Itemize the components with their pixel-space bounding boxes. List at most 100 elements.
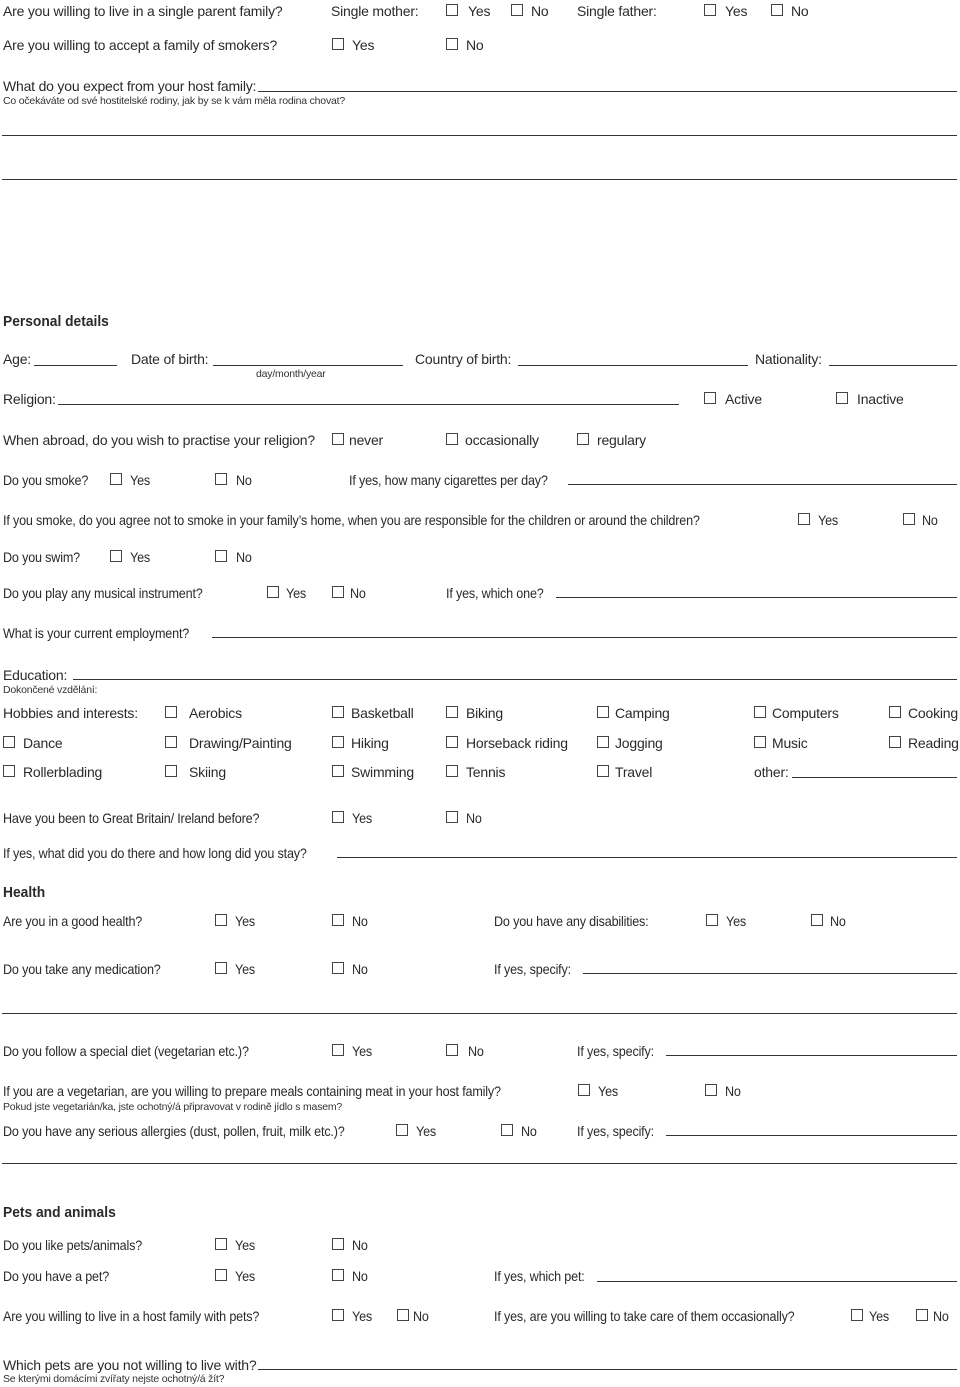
swim-yes-checkbox[interactable] — [110, 550, 122, 562]
practise-question: When abroad, do you wish to practise you… — [3, 432, 315, 448]
vegetarian-no-checkbox[interactable] — [705, 1084, 717, 1096]
expect-answer-line-3[interactable] — [2, 179, 957, 180]
smoke-no-label: No — [236, 472, 252, 488]
diet-yes-checkbox[interactable] — [332, 1044, 344, 1056]
gb-followup-field[interactable] — [337, 857, 957, 858]
not-willing-pets-field[interactable] — [258, 1369, 957, 1370]
smoke-yes-checkbox[interactable] — [110, 473, 122, 485]
medication-no-checkbox[interactable] — [332, 962, 344, 974]
allergies-yes-checkbox[interactable] — [396, 1124, 408, 1136]
dob-field[interactable] — [213, 365, 403, 366]
smoke-agree-no-checkbox[interactable] — [903, 513, 915, 525]
good-health-no-checkbox[interactable] — [332, 914, 344, 926]
hobby-biking-checkbox[interactable] — [446, 706, 458, 718]
smoke-agree-yes-checkbox[interactable] — [798, 513, 810, 525]
like-pets-no-checkbox[interactable] — [332, 1238, 344, 1250]
live-with-pets-yes-checkbox[interactable] — [332, 1309, 344, 1321]
hobby-hiking-checkbox[interactable] — [332, 736, 344, 748]
diet-no-checkbox[interactable] — [446, 1044, 458, 1056]
instrument-no-checkbox[interactable] — [332, 586, 344, 598]
hobby-computers-checkbox[interactable] — [754, 706, 766, 718]
single-father-yes-label: Yes — [725, 3, 748, 19]
medication-specify-field[interactable] — [583, 973, 957, 974]
allergies-specify-field-2[interactable] — [2, 1163, 957, 1164]
single-mother-yes-checkbox[interactable] — [446, 4, 458, 16]
employment-field[interactable] — [212, 637, 957, 638]
gb-followup-question: If yes, what did you do there and how lo… — [3, 845, 307, 861]
swim-no-checkbox[interactable] — [215, 550, 227, 562]
have-pet-no-checkbox[interactable] — [332, 1269, 344, 1281]
hobby-cooking-checkbox[interactable] — [889, 706, 901, 718]
education-field[interactable] — [73, 679, 957, 680]
hobby-other-field[interactable] — [792, 777, 957, 778]
allergies-no-label: No — [521, 1123, 537, 1139]
smokers-no-label: No — [466, 37, 484, 53]
religion-active-label: Active — [725, 391, 762, 407]
hobby-jogging-checkbox[interactable] — [597, 736, 609, 748]
diet-specify-field[interactable] — [666, 1055, 957, 1056]
religion-active-checkbox[interactable] — [704, 392, 716, 404]
hobby-rollerblading-checkbox[interactable] — [3, 765, 15, 777]
care-no-checkbox[interactable] — [916, 1309, 928, 1321]
care-yes-checkbox[interactable] — [851, 1309, 863, 1321]
like-pets-yes-checkbox[interactable] — [215, 1238, 227, 1250]
hobby-horseback-riding-checkbox[interactable] — [446, 736, 458, 748]
expect-answer-line-2[interactable] — [2, 135, 957, 136]
good-health-question: Are you in a good health? — [3, 913, 143, 929]
care-no-label: No — [933, 1308, 949, 1324]
nationality-label: Nationality: — [755, 351, 822, 367]
instrument-which-field[interactable] — [556, 597, 957, 598]
vegetarian-yes-checkbox[interactable] — [578, 1084, 590, 1096]
smoke-agree-yes-label: Yes — [818, 512, 839, 528]
hobby-swimming-checkbox[interactable] — [332, 765, 344, 777]
hobby-drawing-painting-checkbox[interactable] — [165, 736, 177, 748]
nationality-field[interactable] — [829, 365, 957, 366]
hobby-skiing-checkbox[interactable] — [165, 765, 177, 777]
country-field[interactable] — [518, 365, 748, 366]
gb-yes-checkbox[interactable] — [332, 811, 344, 823]
hobby-dance-label: Dance — [23, 735, 63, 751]
hobby-travel-checkbox[interactable] — [597, 765, 609, 777]
smokers-no-checkbox[interactable] — [446, 38, 458, 50]
expect-answer-line[interactable] — [258, 91, 957, 92]
swim-yes-label: Yes — [130, 549, 151, 565]
country-label: Country of birth: — [415, 351, 512, 367]
smoke-no-checkbox[interactable] — [215, 473, 227, 485]
instrument-yes-checkbox[interactable] — [267, 586, 279, 598]
live-with-pets-yes-label: Yes — [352, 1308, 373, 1324]
good-health-yes-checkbox[interactable] — [215, 914, 227, 926]
single-father-no-checkbox[interactable] — [771, 4, 783, 16]
gb-no-checkbox[interactable] — [446, 811, 458, 823]
hobby-camping-checkbox[interactable] — [597, 706, 609, 718]
religion-field[interactable] — [58, 404, 679, 405]
disabilities-yes-checkbox[interactable] — [706, 914, 718, 926]
which-pet-field[interactable] — [597, 1281, 957, 1282]
practise-regulary-label: regulary — [597, 432, 646, 448]
practise-occasionally-checkbox[interactable] — [446, 433, 458, 445]
hobby-basketball-checkbox[interactable] — [332, 706, 344, 718]
hobby-tennis-checkbox[interactable] — [446, 765, 458, 777]
allergies-question: Do you have any serious allergies (dust,… — [3, 1123, 345, 1139]
single-mother-no-checkbox[interactable] — [511, 4, 523, 16]
hobby-dance-checkbox[interactable] — [3, 736, 15, 748]
age-field[interactable] — [34, 365, 117, 366]
smokers-yes-checkbox[interactable] — [332, 38, 344, 50]
cigarettes-field[interactable] — [568, 484, 957, 485]
allergies-yes-label: Yes — [416, 1123, 437, 1139]
hobby-music-checkbox[interactable] — [754, 736, 766, 748]
religion-inactive-checkbox[interactable] — [836, 392, 848, 404]
have-pet-yes-checkbox[interactable] — [215, 1269, 227, 1281]
single-father-yes-checkbox[interactable] — [704, 4, 716, 16]
live-with-pets-no-checkbox[interactable] — [397, 1309, 409, 1321]
practise-regulary-checkbox[interactable] — [577, 433, 589, 445]
single-father-no-label: No — [791, 3, 809, 19]
disabilities-no-checkbox[interactable] — [811, 914, 823, 926]
hobby-aerobics-checkbox[interactable] — [165, 706, 177, 718]
medication-specify-field-2[interactable] — [2, 1013, 957, 1014]
hobby-reading-checkbox[interactable] — [889, 736, 901, 748]
practise-never-label: never — [349, 432, 384, 448]
practise-never-checkbox[interactable] — [332, 433, 344, 445]
allergies-no-checkbox[interactable] — [501, 1124, 513, 1136]
allergies-specify-field[interactable] — [666, 1135, 957, 1136]
medication-yes-checkbox[interactable] — [215, 962, 227, 974]
